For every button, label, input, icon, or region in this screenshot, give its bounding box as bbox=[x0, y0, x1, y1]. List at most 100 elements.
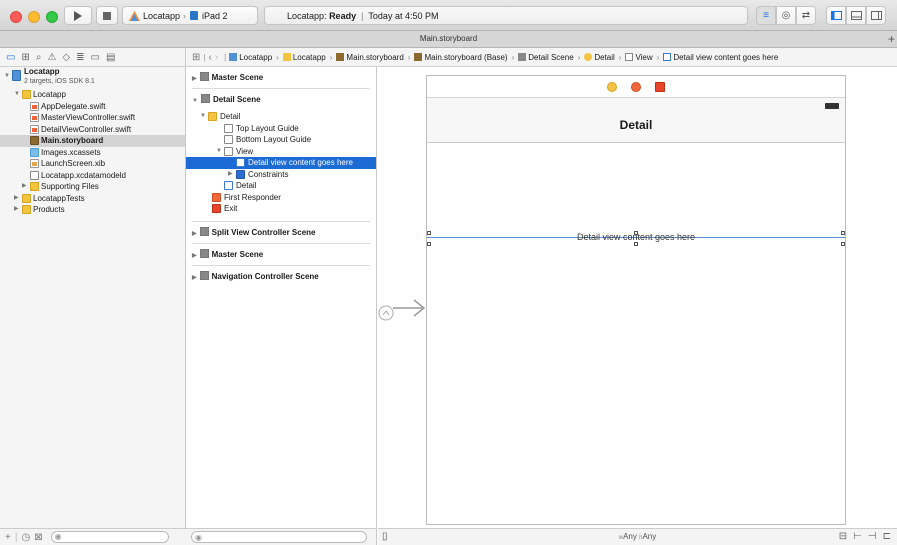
crumb-project[interactable]: Locatapp bbox=[229, 52, 272, 62]
left-panel-icon bbox=[830, 11, 842, 20]
outline-content-label[interactable]: Detail view content goes here bbox=[186, 157, 376, 169]
report-navigator-icon[interactable]: ▤ bbox=[106, 52, 115, 63]
outline-bottom-layout-guide[interactable]: Bottom Layout Guide bbox=[186, 134, 376, 146]
window-toolbar: Locatapp › iPad 2 Locatapp: Ready | Toda… bbox=[0, 0, 897, 31]
crumb-storyboard-base[interactable]: Main.storyboard (Base) bbox=[414, 52, 508, 62]
outline-master-scene[interactable]: ▶ Master Scene bbox=[186, 67, 376, 89]
outline-top-layout-guide[interactable]: Top Layout Guide bbox=[186, 123, 376, 135]
resize-handle[interactable] bbox=[634, 231, 638, 235]
outline-detail-back[interactable]: Detail bbox=[186, 180, 376, 192]
outline-first-responder[interactable]: First Responder bbox=[186, 192, 376, 204]
outline-split-scene[interactable]: ▶ Split View Controller Scene bbox=[192, 220, 370, 243]
resize-handle[interactable] bbox=[427, 231, 431, 235]
crumb-label[interactable]: Detail view content goes here bbox=[663, 52, 778, 62]
nav-item-locatapp-group[interactable]: ▼ Locatapp bbox=[0, 89, 185, 101]
outline-view[interactable]: ▼ View bbox=[186, 146, 376, 158]
toggle-debug-button[interactable] bbox=[846, 6, 866, 25]
crumb-detail-scene[interactable]: Detail Scene bbox=[518, 52, 574, 62]
detail-scene-frame[interactable]: Detail Detail view content goes here bbox=[426, 75, 846, 525]
maximize-window-button[interactable] bbox=[46, 11, 58, 23]
scm-status-icon[interactable]: ⊠ bbox=[34, 532, 42, 543]
first-responder-icon[interactable] bbox=[631, 81, 641, 92]
disclosure-open-icon[interactable]: ▼ bbox=[4, 71, 10, 83]
scheme-selector[interactable]: Locatapp › iPad 2 bbox=[122, 6, 258, 25]
issue-navigator-icon[interactable]: ⚠ bbox=[47, 52, 56, 63]
nav-item-images-xcassets[interactable]: Images.xcassets bbox=[0, 147, 185, 159]
resize-handle[interactable] bbox=[427, 242, 431, 246]
disclosure-closed-icon[interactable]: ▶ bbox=[228, 169, 233, 181]
add-file-icon[interactable]: + bbox=[5, 532, 11, 543]
nav-item-appdelegate[interactable]: AppDelegate.swift bbox=[0, 101, 185, 113]
nav-item-datamodel[interactable]: Locatapp.xcdatamodeld bbox=[0, 170, 185, 182]
align-icon[interactable]: ⊟ bbox=[839, 531, 847, 542]
crumb-group[interactable]: Locatapp bbox=[282, 52, 326, 62]
outline-item-label: Detail bbox=[236, 181, 257, 190]
project-navigator-icon[interactable]: ▭ bbox=[6, 52, 15, 63]
nav-item-products[interactable]: ▶ Products bbox=[0, 204, 185, 216]
disclosure-open-icon[interactable]: ▼ bbox=[14, 89, 20, 101]
resizing-behavior-icon[interactable]: ⊏ bbox=[883, 531, 891, 542]
standard-editor-button[interactable]: ≡ bbox=[756, 6, 776, 25]
outline-master-scene-2[interactable]: ▶ Master Scene bbox=[192, 242, 370, 265]
pin-icon[interactable]: ⊢ bbox=[853, 531, 862, 542]
run-button[interactable] bbox=[64, 6, 92, 25]
resize-handle[interactable] bbox=[841, 242, 845, 246]
symbol-navigator-icon[interactable]: ⊞ bbox=[21, 52, 29, 63]
toggle-utilities-button[interactable] bbox=[866, 6, 886, 25]
view-icon bbox=[625, 52, 634, 61]
navigation-bar[interactable]: Detail bbox=[427, 98, 845, 143]
test-navigator-icon[interactable]: ◇ bbox=[62, 52, 70, 63]
disclosure-closed-icon[interactable]: ▶ bbox=[14, 204, 19, 216]
add-tab-button[interactable]: + bbox=[888, 31, 895, 47]
exit-icon[interactable] bbox=[655, 81, 665, 92]
disclosure-closed-icon[interactable]: ▶ bbox=[14, 193, 19, 205]
related-items-icon[interactable]: ⊞ bbox=[192, 52, 200, 63]
assistant-editor-button[interactable]: ◎ bbox=[776, 6, 796, 25]
disclosure-closed-icon[interactable]: ▶ bbox=[22, 181, 27, 193]
disclosure-open-icon[interactable]: ▼ bbox=[200, 111, 206, 123]
nav-item-supporting-files[interactable]: ▶ Supporting Files bbox=[0, 181, 185, 193]
storyboard-canvas[interactable]: Detail Detail view content goes here ▯ w… bbox=[378, 67, 897, 545]
find-navigator-icon[interactable]: ⌕ bbox=[36, 52, 42, 63]
size-class-selector[interactable]: wAny hAny bbox=[378, 532, 897, 541]
resize-handle[interactable] bbox=[634, 242, 638, 246]
nav-item-launchscreen[interactable]: LaunchScreen.xib bbox=[0, 158, 185, 170]
segue-arrow[interactable] bbox=[378, 293, 426, 323]
outline-nav-scene[interactable]: ▶ Navigation Controller Scene bbox=[192, 264, 370, 287]
tab-main-storyboard[interactable]: Main.storyboard bbox=[420, 34, 477, 43]
recent-files-icon[interactable]: ◷ bbox=[21, 532, 30, 543]
breakpoint-navigator-icon[interactable]: ▭ bbox=[91, 52, 100, 63]
nav-item-locatapptests[interactable]: ▶ LocatappTests bbox=[0, 193, 185, 205]
back-arrow-icon[interactable]: ‹ bbox=[208, 52, 211, 63]
outline-detail-scene[interactable]: ▼ Detail Scene bbox=[186, 89, 376, 111]
outline-filter-field[interactable]: ◉ bbox=[191, 531, 367, 543]
stop-button[interactable] bbox=[96, 6, 118, 25]
close-window-button[interactable] bbox=[10, 11, 22, 23]
project-root-item[interactable]: ▼ Locatapp 2 targets, iOS SDK 8.1 bbox=[0, 67, 185, 89]
crumb-detail[interactable]: Detail bbox=[584, 52, 615, 62]
outline-constraints[interactable]: ▶ Constraints bbox=[186, 169, 376, 181]
disclosure-closed-icon[interactable]: ▶ bbox=[192, 231, 197, 237]
disclosure-open-icon[interactable]: ▼ bbox=[216, 146, 222, 158]
outline-detail-controller[interactable]: ▼ Detail bbox=[186, 111, 376, 123]
disclosure-closed-icon[interactable]: ▶ bbox=[192, 275, 197, 281]
disclosure-closed-icon[interactable]: ▶ bbox=[192, 76, 197, 82]
view-controller-icon[interactable] bbox=[607, 81, 617, 92]
crumb-storyboard[interactable]: Main.storyboard bbox=[336, 52, 404, 62]
resize-handle[interactable] bbox=[841, 231, 845, 235]
outline-exit[interactable]: Exit bbox=[186, 203, 376, 215]
forward-arrow-icon[interactable]: › bbox=[215, 52, 218, 63]
nav-item-detailviewcontroller[interactable]: DetailViewController.swift bbox=[0, 124, 185, 136]
toggle-navigator-button[interactable] bbox=[826, 6, 846, 25]
nav-item-main-storyboard[interactable]: Main.storyboard bbox=[0, 135, 185, 147]
minimize-window-button[interactable] bbox=[28, 11, 40, 23]
debug-navigator-icon[interactable]: ≣ bbox=[76, 52, 84, 63]
version-editor-button[interactable]: ⇄ bbox=[796, 6, 816, 25]
resolve-issues-icon[interactable]: ⊣ bbox=[868, 531, 877, 542]
layout-guide-icon bbox=[224, 135, 233, 144]
crumb-view[interactable]: View bbox=[625, 52, 653, 62]
disclosure-closed-icon[interactable]: ▶ bbox=[192, 253, 197, 259]
navigator-filter-field[interactable]: ◉ bbox=[50, 531, 169, 543]
nav-item-masterviewcontroller[interactable]: MasterViewController.swift bbox=[0, 112, 185, 124]
disclosure-open-icon[interactable]: ▼ bbox=[192, 98, 198, 104]
